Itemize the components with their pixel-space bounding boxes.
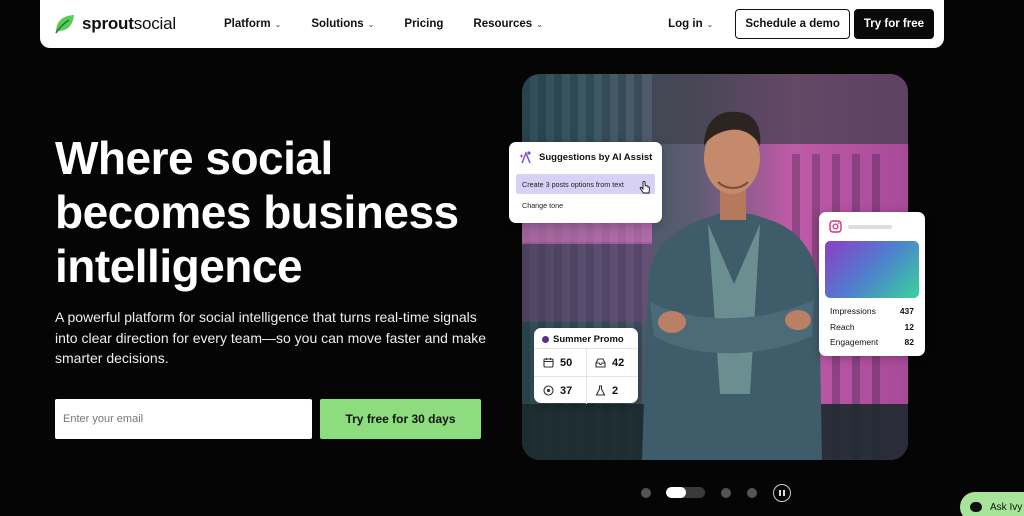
ai-card-title: Suggestions by AI Assist xyxy=(539,151,653,163)
schedule-demo-button[interactable]: Schedule a demo xyxy=(735,9,850,39)
promo-stats-grid: 50 42 37 2 xyxy=(534,348,638,404)
stat-value: 82 xyxy=(904,337,914,347)
promo-stat-views: 37 xyxy=(534,377,586,404)
hero-headline: Where social becomes business intelligen… xyxy=(55,131,515,293)
stat-value: 42 xyxy=(612,356,625,369)
promo-stat-inbox: 42 xyxy=(586,349,638,376)
ai-card-header: Suggestions by AI Assist xyxy=(509,142,662,164)
chevron-down-icon: ⌄ xyxy=(706,19,714,29)
pause-icon[interactable] xyxy=(773,484,791,502)
ask-ivy-chat-button[interactable]: Ask Ivy xyxy=(960,492,1024,516)
eye-icon xyxy=(543,385,554,396)
stat-label: Reach xyxy=(830,322,855,332)
ai-option-label: Create 3 posts options from text xyxy=(522,180,624,189)
flask-icon xyxy=(595,385,606,396)
nav-platform[interactable]: Platform ⌄ xyxy=(224,18,281,30)
nav-actions: Log in ⌄ Schedule a demo Try for free xyxy=(668,9,934,39)
stat-reach: Reach 12 xyxy=(830,322,914,332)
carousel-dot[interactable] xyxy=(747,488,757,498)
top-nav: sproutsocial Platform ⌄ Solutions ⌄ Pricin… xyxy=(40,0,944,48)
promo-title: Summer Promo xyxy=(553,334,624,345)
headline-line: intelligence xyxy=(55,240,303,292)
summer-promo-card: Summer Promo 50 42 37 2 xyxy=(534,328,638,404)
ai-sparkle-icon xyxy=(520,150,531,164)
chevron-down-icon: ⌄ xyxy=(367,19,375,29)
calendar-icon xyxy=(543,358,554,368)
promo-header: Summer Promo xyxy=(534,328,638,345)
campaign-dot-icon xyxy=(542,336,549,343)
stat-impressions: Impressions 437 xyxy=(830,306,914,316)
promo-stat-tests: 2 xyxy=(586,377,638,404)
carousel-progress xyxy=(666,487,686,498)
carousel-dot[interactable] xyxy=(641,488,651,498)
hand-cursor-icon xyxy=(639,181,650,194)
chat-label: Ask Ivy xyxy=(990,501,1023,513)
post-title-placeholder xyxy=(848,225,892,229)
nav-pricing[interactable]: Pricing xyxy=(404,18,443,30)
ai-option-change-tone[interactable]: Change tone xyxy=(509,194,662,210)
brand-logo[interactable]: sproutsocial xyxy=(54,13,176,35)
stat-value: 12 xyxy=(904,322,914,332)
stat-engagement: Engagement 82 xyxy=(830,337,914,347)
headline-line: becomes business xyxy=(55,186,459,238)
stat-value: 2 xyxy=(612,384,619,397)
chat-bubble-icon xyxy=(970,502,982,512)
headline-line: Where social xyxy=(55,132,333,184)
instagram-icon xyxy=(829,220,842,233)
stat-value: 50 xyxy=(560,356,573,369)
stat-value: 437 xyxy=(899,306,914,316)
carousel-dot[interactable] xyxy=(721,488,731,498)
ai-assist-card: Suggestions by AI Assist Create 3 posts … xyxy=(509,142,662,223)
page: sproutsocial Platform ⌄ Solutions ⌄ Pricin… xyxy=(0,0,1024,516)
instagram-stats-card: Impressions 437 Reach 12 Engagement 82 xyxy=(819,212,925,356)
sprout-leaf-icon xyxy=(54,13,76,35)
brand-name: sproutsocial xyxy=(82,14,176,33)
email-input[interactable] xyxy=(55,399,312,439)
inbox-icon xyxy=(595,358,606,368)
stat-value: 37 xyxy=(560,384,573,397)
hero-subtext: A powerful platform for social intellige… xyxy=(55,309,487,366)
carousel-dot-active[interactable] xyxy=(666,487,705,498)
post-preview-image xyxy=(825,241,919,298)
stat-label: Engagement xyxy=(830,337,879,347)
promo-stat-scheduled: 50 xyxy=(534,349,586,376)
trial-cta-button[interactable]: Try free for 30 days xyxy=(320,399,481,439)
nav-resources[interactable]: Resources ⌄ xyxy=(473,18,543,30)
try-free-button[interactable]: Try for free xyxy=(853,9,934,39)
ai-option-create-posts[interactable]: Create 3 posts options from text xyxy=(516,174,655,194)
chevron-down-icon: ⌄ xyxy=(536,19,543,29)
login-link[interactable]: Log in ⌄ xyxy=(668,18,713,30)
chevron-down-icon: ⌄ xyxy=(274,19,282,29)
stat-label: Impressions xyxy=(830,306,876,316)
nav-links: Platform ⌄ Solutions ⌄ Pricing Resources ⌄ xyxy=(224,18,573,30)
nav-solutions[interactable]: Solutions ⌄ xyxy=(311,18,374,30)
